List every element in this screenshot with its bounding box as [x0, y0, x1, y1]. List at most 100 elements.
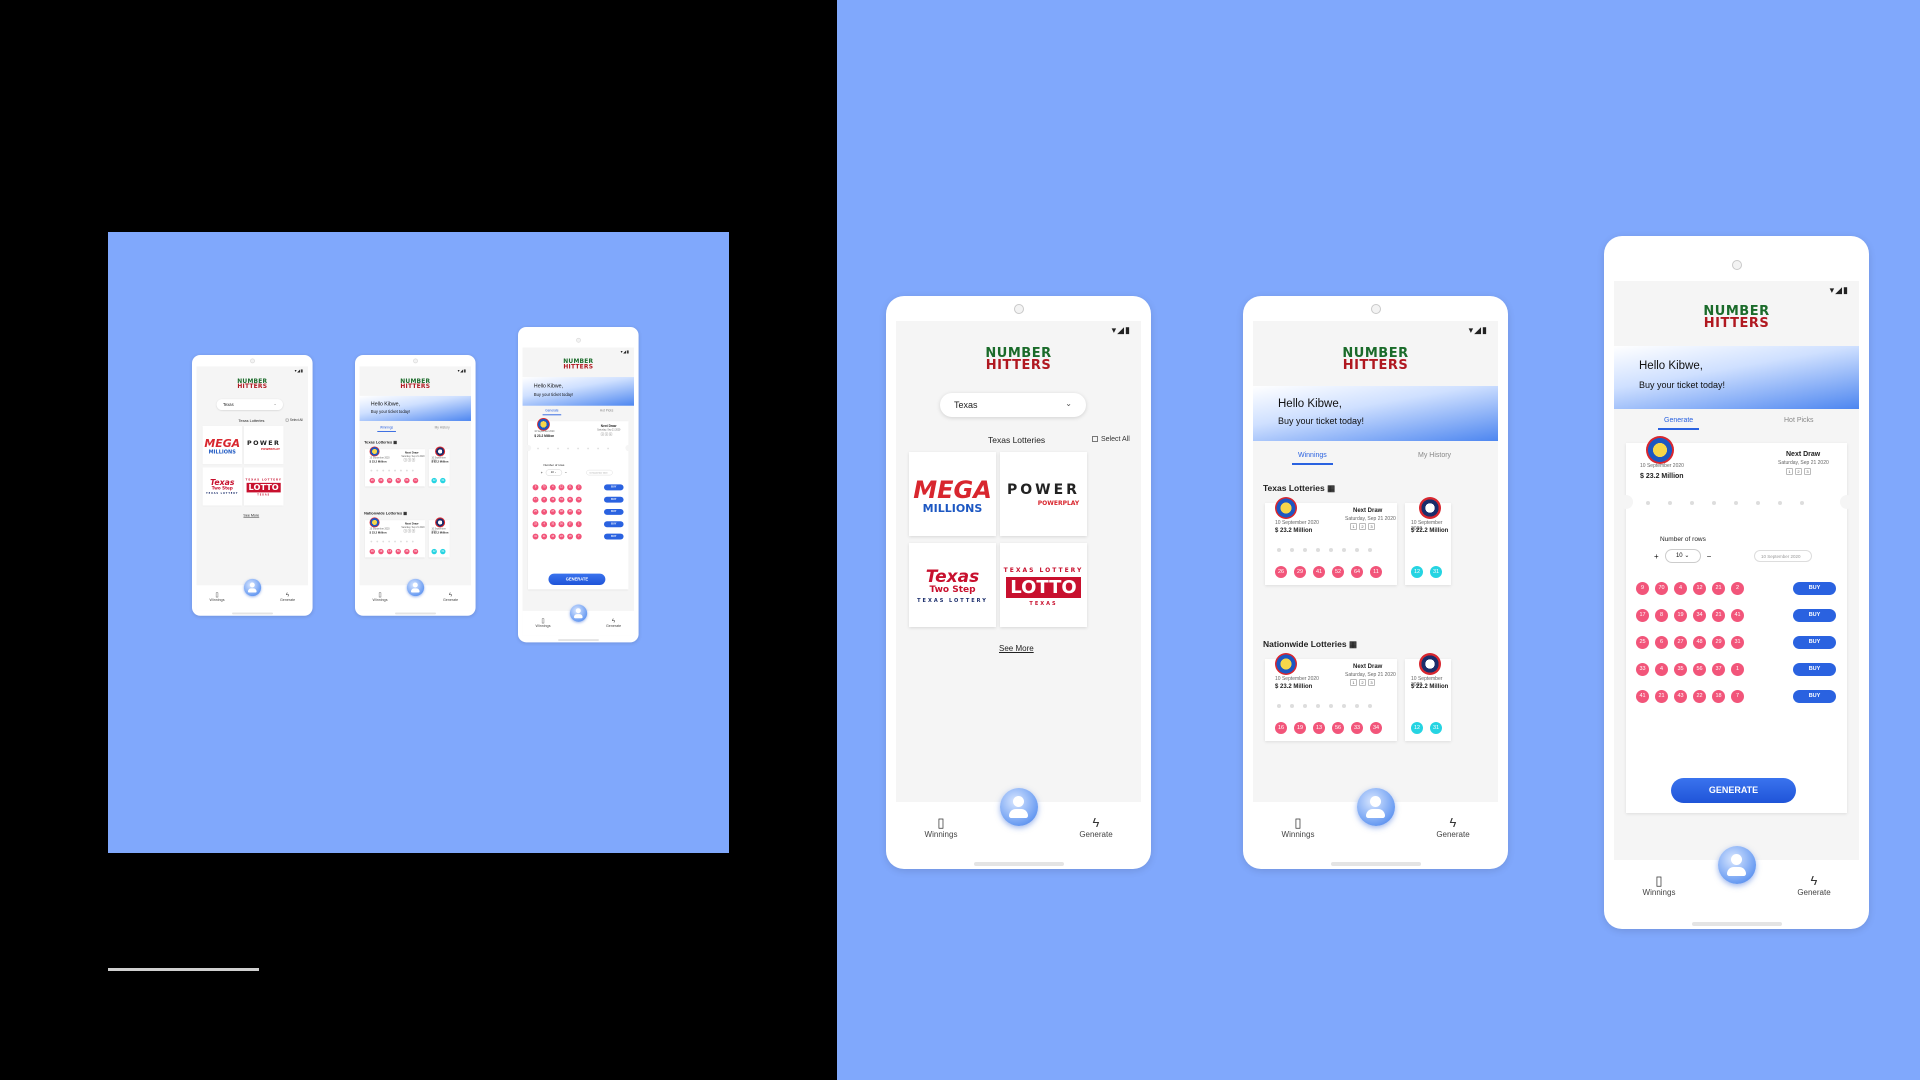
- greeting-banner: Hello Kibwe, Buy your ticket today!: [359, 395, 472, 421]
- number-ball: 17: [1636, 609, 1649, 622]
- countdown: 123: [1350, 523, 1375, 530]
- number-ball: 41: [1313, 566, 1325, 578]
- nav-generate[interactable]: ϟ Generate: [1423, 816, 1483, 840]
- date-field[interactable]: 10 September 2020: [1754, 550, 1812, 562]
- buy-button[interactable]: BUY: [1793, 663, 1836, 676]
- lottery-card-partial[interactable]: 10 September 2020 $ 22.2 Million 12 31: [1405, 653, 1451, 741]
- tab-bar: Generate Hot Picks: [523, 407, 634, 416]
- calendar-icon: ▦: [403, 511, 407, 516]
- profile-avatar-button[interactable]: [569, 604, 587, 622]
- nav-generate[interactable]: ϟ Generate: [1784, 874, 1844, 898]
- tab-generate[interactable]: Generate: [542, 409, 562, 416]
- state-dropdown[interactable]: Texas ⌄: [216, 399, 283, 411]
- nav-generate[interactable]: ϟ Generate: [600, 617, 627, 628]
- rows-label: Number of rows: [1660, 536, 1706, 543]
- group-title-texas: Texas Lotteries ▦: [364, 440, 397, 445]
- profile-avatar-button[interactable]: [1356, 788, 1395, 826]
- next-draw-date: Saturday, Sep 21 2020: [597, 428, 621, 432]
- draw-date: 10 September 2020: [1640, 463, 1684, 469]
- generate-button[interactable]: GENERATE: [1671, 778, 1796, 803]
- rows-stepper[interactable]: + 10 ⌄ −: [1654, 549, 1711, 563]
- buy-button[interactable]: BUY: [603, 509, 624, 515]
- rows-select[interactable]: 10 ⌄: [545, 469, 562, 476]
- powerplay-logo-text: POWERPLAY: [261, 447, 280, 452]
- number-ball: 33: [1636, 663, 1649, 676]
- select-all-checkbox[interactable]: Select All: [1092, 436, 1130, 443]
- group-title-nationwide: Nationwide Lotteries ▦: [364, 511, 407, 516]
- generator-card: 10 September 2020 $ 23.2 Million Next Dr…: [524, 418, 632, 590]
- select-all-checkbox[interactable]: Select All: [285, 418, 303, 422]
- tab-winnings[interactable]: Winnings: [377, 426, 396, 432]
- lottery-tile-mega-millions[interactable]: MEGA MILLIONS: [909, 452, 996, 536]
- lottery-card[interactable]: 10 September 2020 $ 23.2 Million Next Dr…: [365, 446, 426, 487]
- buy-button[interactable]: BUY: [1793, 636, 1836, 649]
- bottom-nav: ▯ Winnings ϟ Generate: [196, 578, 309, 611]
- number-ball: 31: [1430, 722, 1442, 734]
- lottery-card[interactable]: 10 September 2020 $ 23.2 Million Next Dr…: [1265, 653, 1397, 741]
- lottery-card-partial[interactable]: 10 September 2020 $ 22.2 Million 12 31: [1405, 497, 1451, 585]
- checkbox-icon: [285, 418, 289, 422]
- profile-avatar-button[interactable]: [1717, 846, 1756, 884]
- number-ball: 31: [1731, 636, 1744, 649]
- generated-rows: 9 70 4 12 21 2 BUY 17 8 19 34 21 41 BUY 25 6 27 48 29 3…: [532, 481, 624, 542]
- see-more-link[interactable]: See More: [999, 644, 1034, 653]
- number-ball: 33: [532, 521, 539, 528]
- buy-button[interactable]: BUY: [603, 533, 624, 540]
- logo-line2: HITTERS: [237, 383, 268, 391]
- lottery-card-partial[interactable]: 10 September 2020 $ 22.2 Million 12 31: [428, 517, 450, 558]
- rows-stepper[interactable]: + 10 ⌄ −: [541, 469, 567, 476]
- nav-winnings[interactable]: ▯ Winnings: [1629, 874, 1689, 898]
- nav-winnings[interactable]: ▯ Winnings: [911, 816, 971, 840]
- lottery-tile-mega-millions[interactable]: MEGA MILLIONS: [202, 425, 243, 465]
- nav-generate[interactable]: ϟ Generate: [274, 591, 301, 602]
- tab-hot-picks[interactable]: Hot Picks: [1784, 417, 1814, 424]
- buy-button[interactable]: BUY: [1793, 609, 1836, 622]
- plus-icon[interactable]: +: [1654, 552, 1659, 561]
- buy-button[interactable]: BUY: [603, 496, 624, 503]
- lottery-tile-texas-two-step[interactable]: Texas Two Step TEXAS LOTTERY: [202, 467, 243, 506]
- nav-generate[interactable]: ϟ Generate: [1066, 816, 1126, 840]
- camera-icon: [576, 337, 581, 343]
- home-indicator: [1330, 862, 1421, 866]
- tab-winnings[interactable]: Winnings: [1292, 452, 1333, 465]
- nav-winnings-label: Winnings: [1642, 888, 1676, 897]
- profile-avatar-button[interactable]: [999, 788, 1038, 826]
- tab-hot-picks[interactable]: Hot Picks: [600, 409, 613, 412]
- buy-button[interactable]: BUY: [603, 484, 624, 491]
- number-ball: 48: [558, 509, 565, 515]
- buy-button[interactable]: BUY: [1793, 690, 1836, 703]
- lottery-tile-powerball[interactable]: POWER POWERPLAY: [1000, 452, 1087, 536]
- profile-avatar-button[interactable]: [243, 578, 261, 597]
- nav-generate-label: Generate: [605, 623, 622, 628]
- lottery-card[interactable]: 10 September 2020 $ 23.2 Million Next Dr…: [1265, 497, 1397, 585]
- nav-winnings[interactable]: ▯ Winnings: [366, 591, 393, 602]
- greeting-banner: Hello Kibwe, Buy your ticket today!: [522, 377, 635, 406]
- rows-select[interactable]: 10 ⌄: [1664, 549, 1701, 563]
- tab-my-history[interactable]: My History: [1418, 452, 1451, 459]
- number-ball: 12: [431, 477, 437, 484]
- tab-my-history[interactable]: My History: [435, 426, 450, 429]
- nav-generate[interactable]: ϟ Generate: [437, 591, 464, 602]
- nav-winnings[interactable]: ▯ Winnings: [1268, 816, 1328, 840]
- lottery-tile-lotto-texas[interactable]: TEXAS LOTTERY LOTTO TEXAS: [243, 467, 284, 506]
- minus-icon[interactable]: −: [1707, 552, 1712, 561]
- generate-button[interactable]: GENERATE: [548, 573, 606, 585]
- nav-winnings[interactable]: ▯ Winnings: [203, 591, 230, 602]
- lottery-tile-powerball[interactable]: POWER POWERPLAY: [243, 425, 284, 465]
- state-dropdown[interactable]: Texas ⌄: [940, 393, 1086, 417]
- mega-millions-badge: [369, 517, 380, 528]
- minus-icon[interactable]: −: [565, 471, 567, 475]
- nav-winnings[interactable]: ▯ Winnings: [529, 617, 556, 628]
- plus-icon[interactable]: +: [541, 471, 543, 475]
- tab-generate[interactable]: Generate: [1657, 417, 1700, 430]
- see-more-link[interactable]: See More: [243, 513, 259, 517]
- date-field[interactable]: 10 September 2020: [586, 469, 613, 476]
- lottery-card[interactable]: 10 September 2020 $ 23.2 Million Next Dr…: [365, 517, 426, 558]
- buy-button[interactable]: BUY: [1793, 582, 1836, 595]
- lottery-tile-lotto-texas[interactable]: TEXAS LOTTERY LOTTO TEXAS: [1000, 543, 1087, 627]
- buy-button[interactable]: BUY: [603, 521, 624, 528]
- profile-avatar-button[interactable]: [406, 578, 424, 597]
- lottery-card-partial[interactable]: 10 September 2020 $ 22.2 Million 12 31: [428, 446, 450, 487]
- lottery-tile-texas-two-step[interactable]: Texas Two Step TEXAS LOTTERY: [909, 543, 996, 627]
- number-ball: 64: [1351, 566, 1363, 578]
